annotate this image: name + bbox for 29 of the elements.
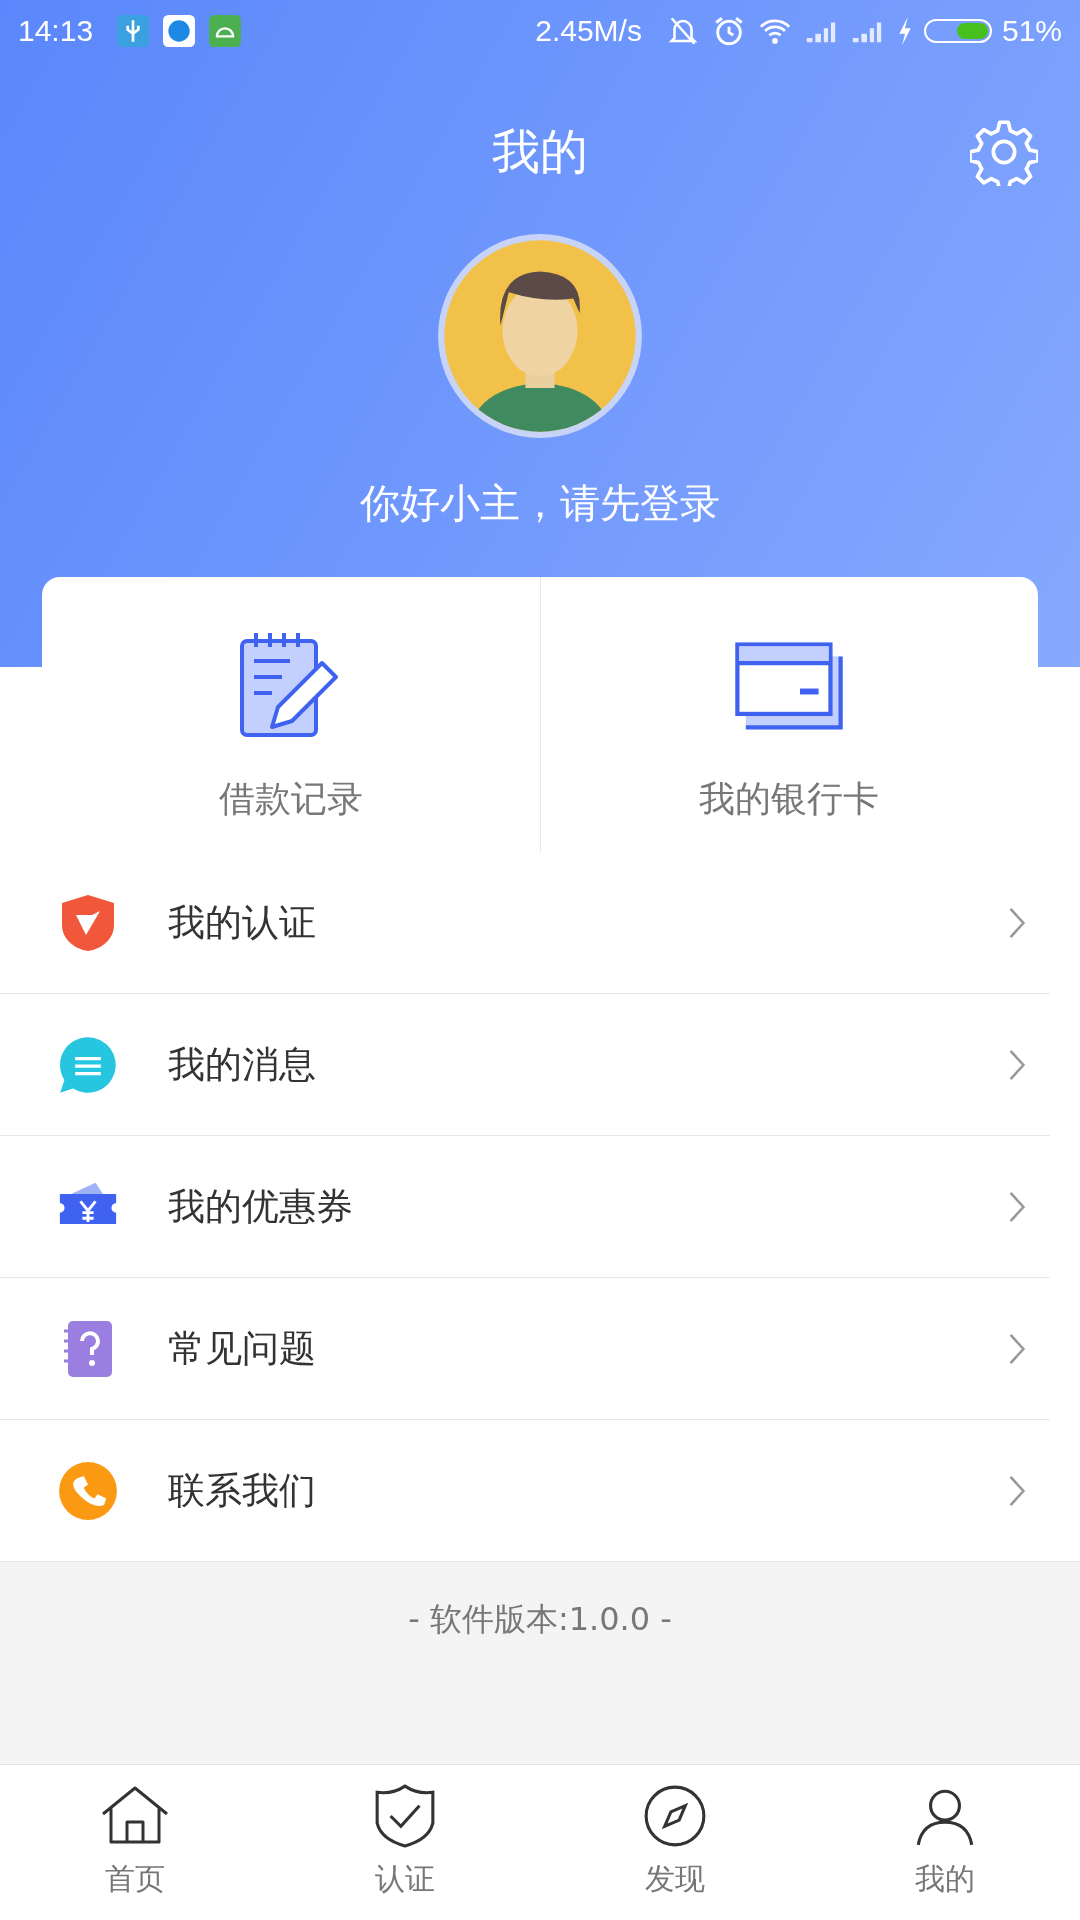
menu-item[interactable]: 常见问题 (0, 1278, 1050, 1420)
usb-icon (117, 15, 150, 47)
android-icon (209, 15, 242, 47)
chevron-icon (1008, 1189, 1026, 1224)
tab-item[interactable]: 我的 (810, 1765, 1080, 1920)
tab-item[interactable]: 发现 (540, 1765, 810, 1920)
menu-item[interactable]: 我的认证 (0, 852, 1050, 994)
tab-item[interactable]: 认证 (270, 1765, 540, 1920)
login-prompt[interactable]: 你好小主，请先登录 (360, 476, 720, 531)
page-title: 我的 (492, 122, 588, 181)
shortcut-item[interactable]: 我的银行卡 (539, 577, 1038, 852)
battery-percent: 51% (1001, 14, 1062, 48)
phone-icon (58, 1460, 118, 1521)
settings-icon[interactable] (970, 118, 1038, 186)
status-time: 14:13 (18, 14, 94, 48)
app-icon (163, 15, 196, 47)
menu-item[interactable]: 我的优惠券 (0, 1136, 1050, 1278)
chevron-icon (1008, 1473, 1026, 1508)
version-text: - 软件版本:1.0.0 - (408, 1599, 672, 1640)
avatar-icon[interactable] (436, 232, 644, 440)
chevron-icon (1008, 905, 1026, 940)
chevron-icon (1008, 1331, 1026, 1366)
battery-icon (923, 19, 992, 43)
menu-item[interactable]: 我的消息 (0, 994, 1050, 1136)
tab-item[interactable]: 首页 (0, 1765, 270, 1920)
message-icon (58, 1034, 118, 1095)
network-speed: 2.45M/s (535, 14, 642, 48)
shortcut-item[interactable]: 借款记录 (42, 577, 540, 852)
chevron-icon (1008, 1047, 1026, 1082)
